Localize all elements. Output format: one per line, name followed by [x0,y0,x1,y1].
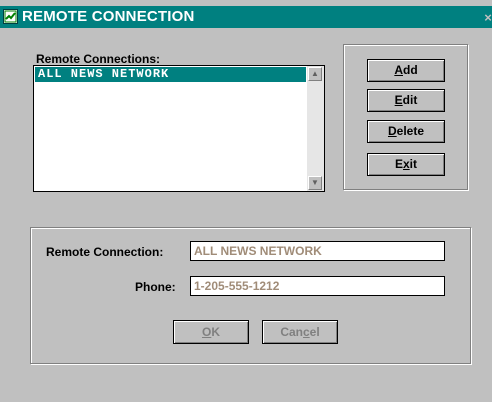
list-scrollbar[interactable]: ▲ ▼ [307,66,324,191]
phone-field[interactable]: 1-205-555-1212 [190,276,445,296]
remote-connection-window: REMOTE CONNECTION × Remote Connections: … [0,0,492,402]
add-button[interactable]: Add [367,59,445,82]
window-title: REMOTE CONNECTION [22,8,195,25]
app-window-icon [3,9,18,24]
delete-button[interactable]: Delete [367,120,445,143]
edit-button[interactable]: Edit [367,89,445,112]
exit-button[interactable]: Exit [367,153,445,176]
title-bar: REMOTE CONNECTION × [0,6,492,28]
scroll-down-arrow-icon[interactable]: ▼ [308,176,322,190]
scroll-up-arrow-icon[interactable]: ▲ [308,67,322,81]
list-item[interactable]: ALL NEWS NETWORK [35,67,306,82]
cancel-button[interactable]: Cancel [262,320,338,344]
ok-button[interactable]: OK [173,320,249,344]
phone-label: Phone: [135,280,176,294]
remote-connection-label: Remote Connection: [46,245,164,259]
remote-connections-list[interactable]: ALL NEWS NETWORK ▲ ▼ [33,65,325,192]
remote-connection-field[interactable]: ALL NEWS NETWORK [190,241,445,261]
remote-connections-label: Remote Connections: [36,52,161,66]
close-icon[interactable]: × [480,11,492,24]
